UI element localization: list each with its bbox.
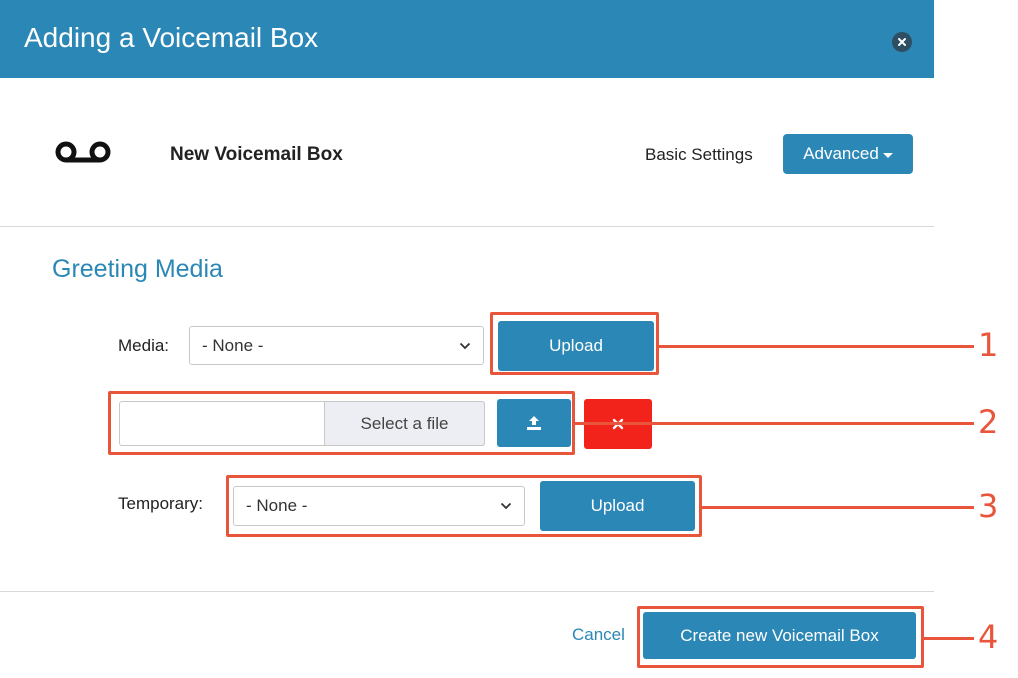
media-select[interactable]: - None - xyxy=(189,326,484,365)
media-label: Media: xyxy=(118,336,170,355)
callout-line-3 xyxy=(702,506,974,509)
dialog-title: Adding a Voicemail Box xyxy=(24,22,319,53)
voicemail-box-name: New Voicemail Box xyxy=(170,144,343,165)
callout-box-4 xyxy=(637,606,924,668)
basic-settings-link[interactable]: Basic Settings xyxy=(645,145,753,165)
chevron-down-icon xyxy=(459,342,471,349)
callout-line-2 xyxy=(575,422,974,425)
section-heading: Greeting Media xyxy=(52,255,223,283)
temporary-label: Temporary: xyxy=(118,494,204,513)
media-select-value: - None - xyxy=(202,335,264,355)
header-divider xyxy=(0,226,934,227)
callout-box-2 xyxy=(108,391,575,455)
voicemail-icon xyxy=(54,141,114,168)
callout-box-3 xyxy=(226,475,702,537)
dialog-titlebar: Adding a Voicemail Box xyxy=(0,0,934,78)
callout-line-4 xyxy=(924,637,974,640)
advanced-label: Advanced xyxy=(803,144,879,163)
voicemail-dialog: Adding a Voicemail Box New Voicemail Box… xyxy=(0,0,934,678)
close-icon[interactable] xyxy=(892,32,912,52)
callout-number-4: 4 xyxy=(978,618,999,656)
callout-number-2: 2 xyxy=(978,403,999,441)
callout-number-1: 1 xyxy=(978,326,999,364)
callout-box-1 xyxy=(490,312,659,375)
footer-divider xyxy=(0,591,934,592)
callout-line-1 xyxy=(659,345,974,348)
caret-down-icon xyxy=(882,152,893,158)
cancel-link[interactable]: Cancel xyxy=(572,625,625,645)
advanced-dropdown-button[interactable]: Advanced xyxy=(783,134,913,174)
callout-number-3: 3 xyxy=(978,487,999,525)
